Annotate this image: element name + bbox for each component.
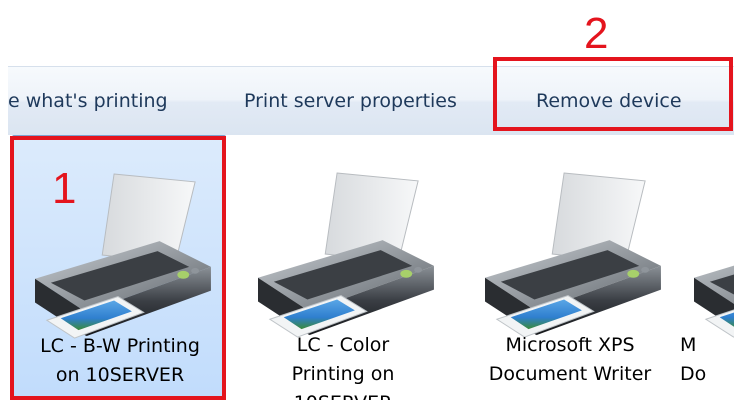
printer-icon (257, 172, 435, 338)
device-partial[interactable]: M Do (672, 135, 734, 400)
device-label: LC - ColorPrinting on10SERVER (291, 334, 395, 400)
device-label: Microsoft XPS Document Writer (488, 334, 652, 385)
annotation-number-2: 2 (584, 9, 609, 58)
printer-icon (484, 172, 662, 338)
device-lc-color-printing[interactable]: LC - ColorPrinting on10SERVER (236, 135, 450, 400)
device-label: M Do (680, 334, 707, 385)
annotation-number-1: 1 (52, 164, 77, 213)
printer-icon (693, 172, 734, 338)
annotation-box-2 (493, 57, 733, 131)
annotation-box-1 (10, 136, 226, 400)
device-microsoft-xps[interactable]: Microsoft XPS Document Writer (463, 135, 677, 400)
print-server-properties-button[interactable]: Print server properties (244, 67, 457, 135)
see-whats-printing-button[interactable]: e what's printing (8, 67, 168, 135)
